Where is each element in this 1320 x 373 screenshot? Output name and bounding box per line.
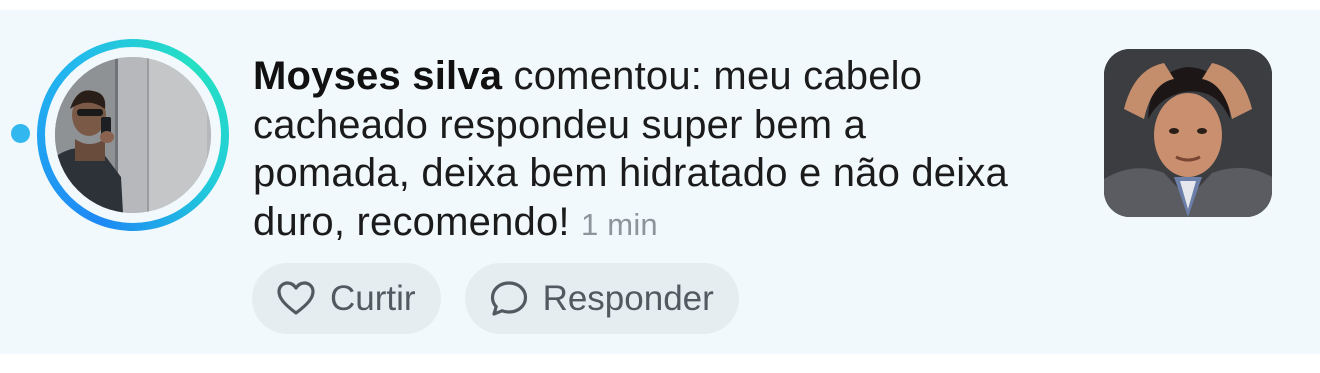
post-thumbnail[interactable] — [1104, 49, 1272, 217]
comment-body[interactable]: Moyses silva comentou: meu cabelo cachea… — [253, 52, 1013, 249]
post-thumbnail-image — [1104, 49, 1272, 217]
avatar-photo-image — [55, 57, 211, 213]
avatar-story-ring[interactable] — [37, 39, 229, 231]
comment-author[interactable]: Moyses silva — [253, 54, 502, 98]
comment-actions: Curtir Responder — [252, 263, 739, 334]
avatar[interactable] — [55, 57, 211, 213]
reply-button[interactable]: Responder — [464, 263, 739, 334]
reply-label: Responder — [542, 278, 714, 318]
unread-indicator — [11, 124, 30, 143]
like-button[interactable]: Curtir — [252, 263, 441, 334]
heart-icon — [276, 279, 316, 319]
comment-notification[interactable]: Moyses silva comentou: meu cabelo cachea… — [0, 10, 1320, 354]
like-label: Curtir — [330, 278, 416, 318]
speech-bubble-icon — [489, 279, 529, 319]
comment-timestamp: 1 min — [581, 206, 658, 242]
